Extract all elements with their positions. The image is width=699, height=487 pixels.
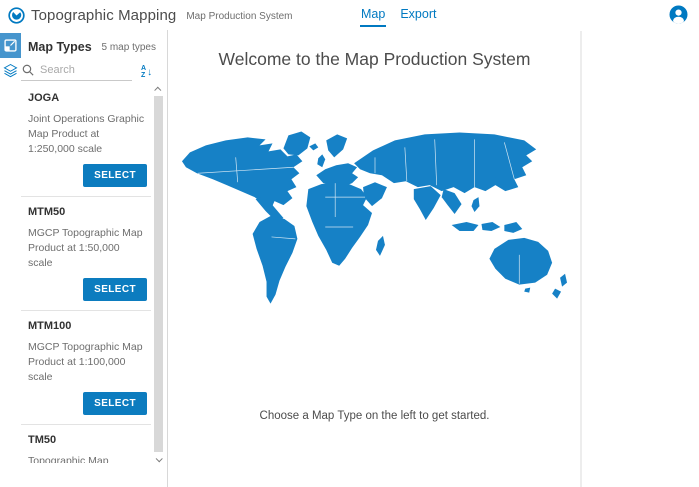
map-type-name: JOGA bbox=[28, 92, 147, 104]
map-type-item: JOGA Joint Operations Graphic Map Produc… bbox=[21, 83, 151, 197]
map-type-item: MTM100 MGCP Topographic Map Product at 1… bbox=[21, 311, 151, 425]
main-scrollbar-track bbox=[580, 31, 582, 487]
select-button[interactable]: SELECT bbox=[83, 278, 147, 301]
layers-icon bbox=[3, 63, 18, 78]
search-input[interactable] bbox=[40, 64, 126, 76]
map-products-panel-tab[interactable] bbox=[0, 33, 21, 58]
sidebar-scrollbar bbox=[153, 83, 164, 465]
search-icon bbox=[22, 64, 34, 76]
search-row: A Z ↓ bbox=[21, 59, 152, 81]
map-type-actions: SELECT bbox=[28, 392, 147, 415]
panel-title: Map Types bbox=[28, 40, 92, 54]
map-type-description: Topographic Map Product at 1:50,000 scal… bbox=[28, 454, 147, 463]
select-button[interactable]: SELECT bbox=[83, 164, 147, 187]
globe-logo-icon bbox=[8, 7, 25, 24]
tab-export[interactable]: Export bbox=[399, 0, 437, 27]
map-type-item: MTM50 MGCP Topographic Map Product at 1:… bbox=[21, 197, 151, 311]
map-type-name: MTM100 bbox=[28, 320, 147, 332]
main-panel: Welcome to the Map Production System bbox=[168, 30, 699, 487]
map-production-app: Topographic Mapping Map Production Syste… bbox=[0, 0, 699, 487]
instruction-text: Choose a Map Type on the left to get sta… bbox=[168, 410, 581, 422]
map-types-sidebar: Map Types 5 map types A Z ↓ JOGA Joint bbox=[0, 30, 168, 487]
scroll-down-button[interactable] bbox=[153, 453, 164, 465]
map-type-name: TM50 bbox=[28, 434, 147, 446]
sort-az-letters: A Z bbox=[141, 66, 146, 79]
map-type-description: MGCP Topographic Map Product at 1:50,000… bbox=[28, 226, 147, 271]
map-type-item: TM50 Topographic Map Product at 1:50,000… bbox=[21, 425, 151, 463]
welcome-heading: Welcome to the Map Production System bbox=[168, 49, 581, 70]
chevron-up-icon bbox=[154, 86, 161, 93]
map-product-icon bbox=[3, 38, 18, 53]
app-header: Topographic Mapping Map Production Syste… bbox=[0, 0, 699, 30]
map-type-count: 5 map types bbox=[102, 42, 156, 53]
brand: Topographic Mapping Map Production Syste… bbox=[8, 0, 293, 30]
map-type-actions: SELECT bbox=[28, 278, 147, 301]
sort-az-button[interactable]: A Z ↓ bbox=[141, 66, 152, 81]
nav-tabs: Map Export bbox=[360, 0, 437, 30]
map-type-actions: SELECT bbox=[28, 164, 147, 187]
tab-map[interactable]: Map bbox=[360, 0, 386, 27]
world-map-image bbox=[176, 127, 574, 313]
app-title: Topographic Mapping bbox=[31, 7, 176, 24]
map-type-list: JOGA Joint Operations Graphic Map Produc… bbox=[21, 83, 151, 463]
map-type-name: MTM50 bbox=[28, 206, 147, 218]
panel-icon-strip bbox=[0, 33, 21, 83]
select-button[interactable]: SELECT bbox=[83, 392, 147, 415]
map-type-description: MGCP Topographic Map Product at 1:100,00… bbox=[28, 340, 147, 385]
search-box bbox=[21, 64, 132, 81]
chevron-down-icon bbox=[156, 455, 163, 462]
sort-down-arrow-icon: ↓ bbox=[147, 67, 152, 78]
layers-panel-tab[interactable] bbox=[0, 58, 21, 83]
app-subtitle: Map Production System bbox=[186, 8, 292, 22]
scrollbar-thumb[interactable] bbox=[154, 96, 163, 452]
panel-header: Map Types 5 map types bbox=[21, 38, 165, 56]
scroll-up-button[interactable] bbox=[153, 83, 164, 95]
user-avatar-button[interactable] bbox=[669, 5, 688, 24]
map-type-description: Joint Operations Graphic Map Product at … bbox=[28, 112, 147, 157]
